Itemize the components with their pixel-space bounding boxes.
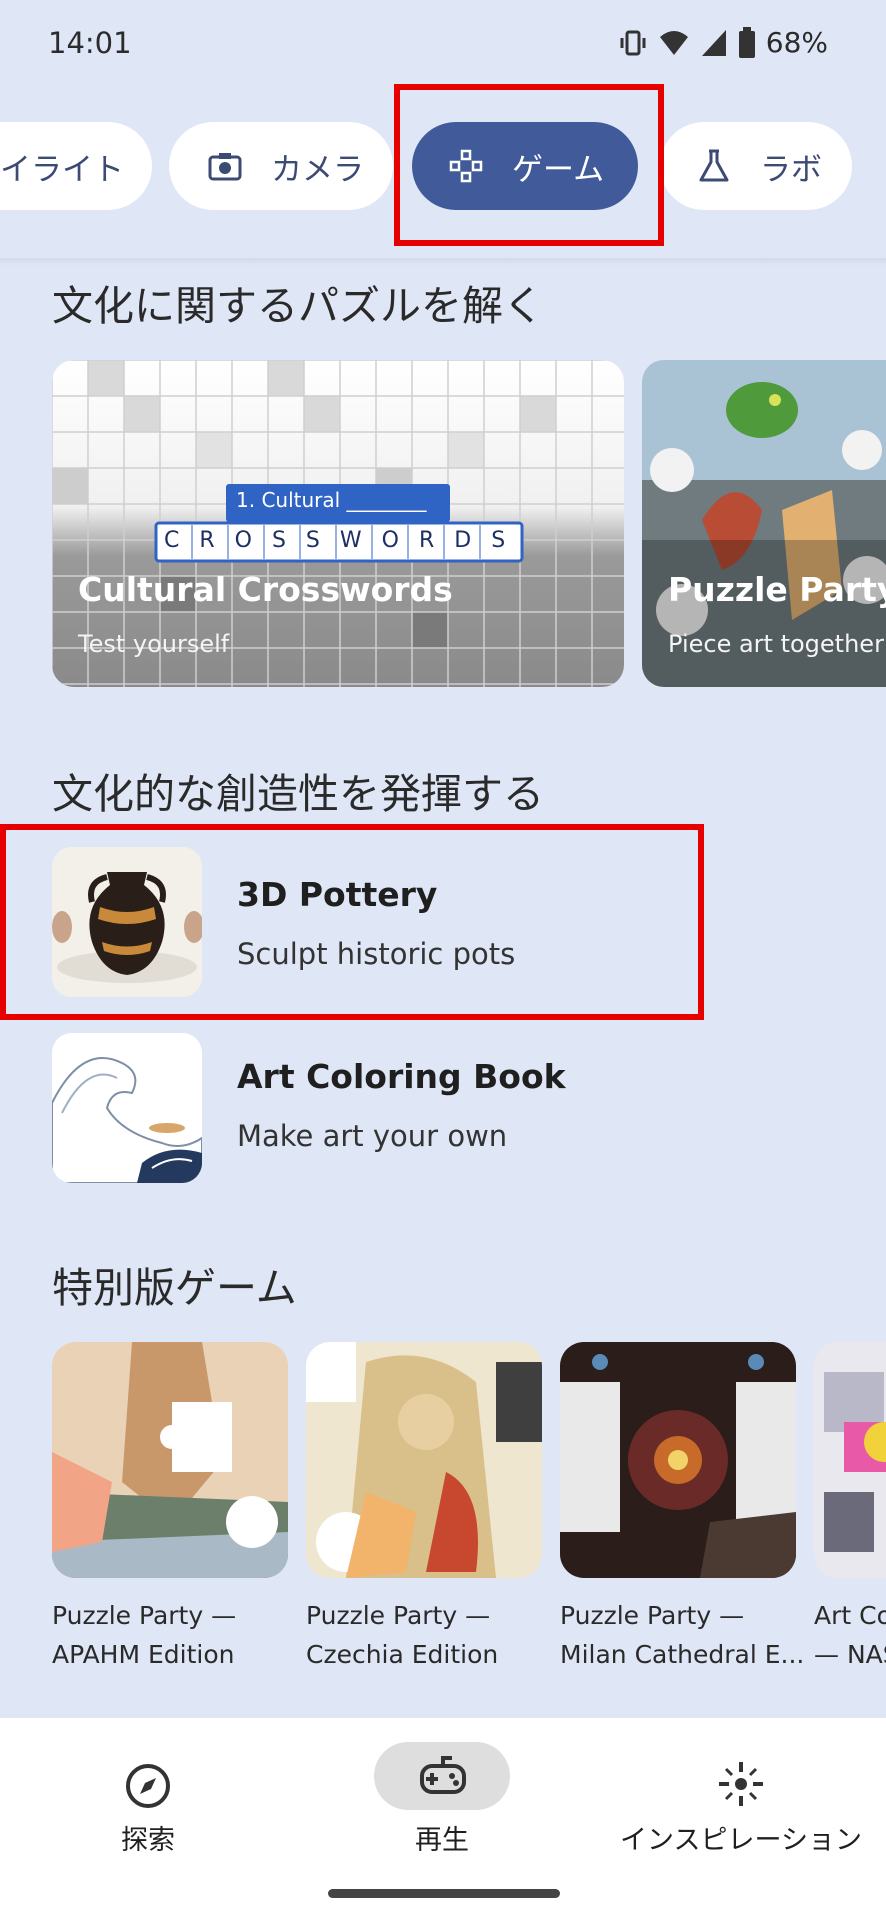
nav-explore[interactable]: 探索: [68, 1740, 228, 1860]
nav-label: 再生: [415, 1825, 469, 1856]
chip-highlight-label: イライト: [0, 151, 124, 188]
gesture-home-bar[interactable]: [328, 1889, 560, 1898]
section-title-puzzles: 文化に関するパズルを解く: [52, 282, 544, 330]
tile-label-apahm: Puzzle Party — APAHM Edition: [52, 1596, 236, 1674]
chip-camera[interactable]: カメラ: [169, 122, 393, 210]
card-subtitle: Piece art together: [668, 630, 884, 658]
czechia-puzzle-image: [306, 1342, 542, 1578]
gamepad-icon: [420, 1756, 466, 1794]
signal-icon: [701, 29, 726, 56]
tile-label-milan: Puzzle Party — Milan Cathedral E...: [560, 1596, 804, 1674]
nav-inspiration[interactable]: インスピレーション: [606, 1740, 876, 1860]
nasa-coloring-image: [814, 1342, 886, 1578]
flask-icon: [696, 148, 732, 184]
sparkle-icon: [719, 1762, 763, 1806]
milan-puzzle-image: [560, 1342, 796, 1578]
card-subtitle: Test yourself: [78, 630, 230, 658]
list-item-art-coloring-book[interactable]: Art Coloring Book Make art your own: [0, 1015, 886, 1205]
chip-lab[interactable]: ラボ: [660, 122, 852, 210]
highlight-box-games: [394, 84, 664, 246]
tile-milan-cathedral[interactable]: [560, 1342, 796, 1578]
tile-label-line2: Milan Cathedral E...: [560, 1640, 805, 1669]
apahm-puzzle-image: [52, 1342, 288, 1578]
compass-icon: [126, 1764, 170, 1808]
highlight-box-pottery: [0, 824, 704, 1020]
chip-row-shadow: [0, 258, 886, 266]
card-title: Cultural Crosswords: [78, 570, 453, 609]
card-title: Puzzle Party: [668, 570, 886, 609]
nav-play[interactable]: 再生: [362, 1734, 522, 1864]
chip-camera-label: カメラ: [271, 151, 364, 188]
card-cultural-crosswords[interactable]: 1. Cultural ________ CROSSWORDS Cultural…: [52, 360, 624, 687]
crossword-clue: 1. Cultural ________: [236, 488, 427, 512]
card-puzzle-party[interactable]: Puzzle Party Piece art together: [642, 360, 886, 687]
crossword-word: CROSSWORDS: [164, 528, 526, 553]
wifi-icon: [659, 30, 688, 55]
chip-lab-label: ラボ: [760, 151, 822, 188]
coloring-book-thumbnail: [52, 1033, 202, 1183]
chip-highlight[interactable]: イライト: [0, 122, 152, 210]
nav-label: インスピレーション: [620, 1825, 862, 1856]
list-item-title: Art Coloring Book: [237, 1057, 566, 1096]
section-title-creativity: 文化的な創造性を発揮する: [52, 770, 544, 818]
list-item-subtitle: Make art your own: [237, 1119, 508, 1153]
battery-icon: [738, 26, 755, 58]
tile-label-line1: Puzzle Party —: [560, 1601, 745, 1630]
status-icons: 68%: [618, 26, 828, 59]
vibrate-icon: [620, 30, 646, 55]
camera-icon: [207, 148, 243, 184]
tile-art-coloring-nasa[interactable]: [814, 1342, 886, 1578]
nav-label: 探索: [121, 1825, 175, 1856]
tile-apahm[interactable]: [52, 1342, 288, 1578]
tile-czechia[interactable]: [306, 1342, 542, 1578]
screen: 14:01 68% イライト カメラ ゲーム ラボ 文化に関するパズルを解く 1…: [0, 0, 886, 1920]
battery-percent: 68%: [765, 26, 828, 59]
tile-label-line2: APAHM Edition: [52, 1640, 235, 1669]
tile-label-line2: — NAS: [814, 1640, 886, 1669]
section-title-special: 特別版ゲーム: [52, 1264, 297, 1312]
tile-label-line1: Puzzle Party —: [52, 1601, 237, 1630]
tile-label-czechia: Puzzle Party — Czechia Edition: [306, 1596, 498, 1674]
tile-label-line2: Czechia Edition: [306, 1640, 499, 1669]
tile-label-line1: Art Co: [814, 1601, 886, 1630]
tile-label-line1: Puzzle Party —: [306, 1601, 491, 1630]
tile-label-nasa: Art Co — NAS: [814, 1596, 886, 1674]
status-time: 14:01: [48, 26, 132, 60]
